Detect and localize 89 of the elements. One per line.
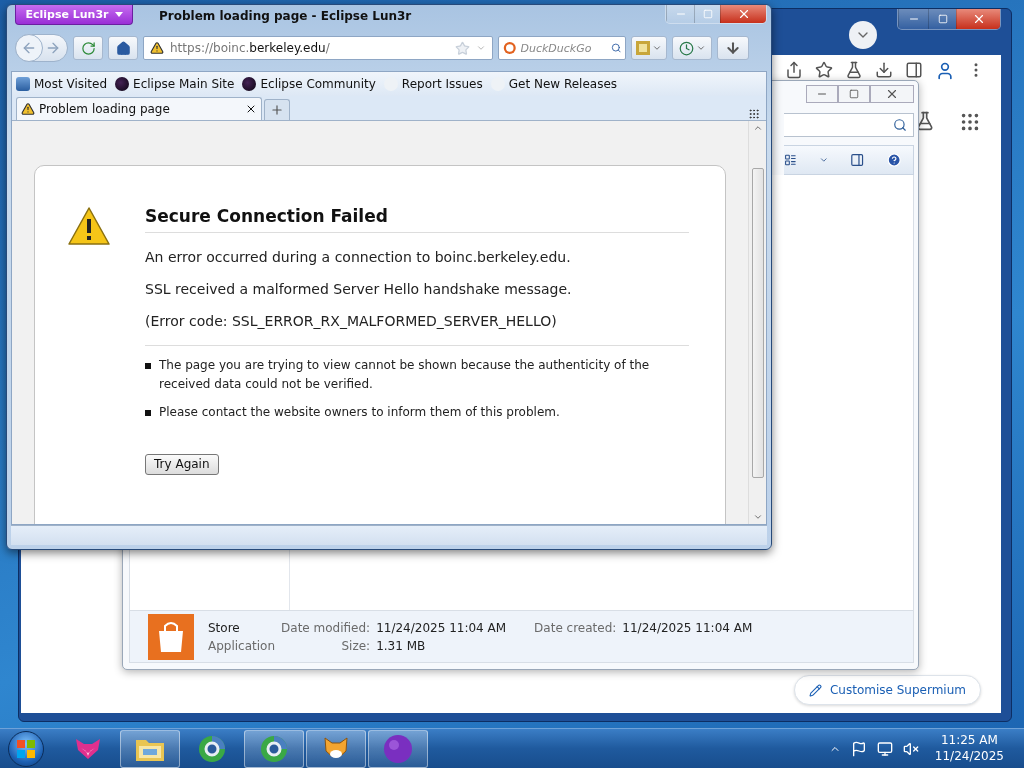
file-type: Application (208, 638, 276, 653)
download-icon (725, 40, 741, 56)
orb-icon (383, 733, 413, 764)
reload-button[interactable] (73, 36, 103, 60)
view-icon[interactable] (784, 152, 797, 168)
caret-icon (652, 43, 662, 53)
taskbar-button[interactable] (120, 729, 180, 768)
search-icon (610, 41, 621, 55)
search-field[interactable] (784, 113, 914, 137)
bullet-icon (145, 363, 151, 369)
reload-icon (80, 40, 96, 56)
bookmark[interactable]: Eclipse Main Site (115, 77, 235, 91)
volume-icon[interactable] (902, 740, 919, 757)
bookmark[interactable]: Report Issues (383, 77, 483, 91)
download-icon[interactable] (875, 61, 893, 79)
date: 11/24/2025 (934, 748, 1004, 765)
taskbar-button[interactable] (306, 729, 366, 768)
bullet-icon (145, 410, 151, 417)
maximize-button[interactable] (838, 85, 870, 103)
customise-button[interactable]: Customise Supermium (793, 675, 981, 705)
value: 1.31 MB (376, 638, 427, 653)
browser-icon (260, 734, 288, 763)
pencil-icon (808, 683, 822, 697)
help-icon[interactable] (886, 151, 901, 169)
bullet-text: The page you are trying to view cannot be shown because the authenticity of the received data could not be verified. (159, 357, 651, 393)
scroll-up-icon (752, 123, 763, 133)
apps-icon[interactable] (959, 111, 981, 133)
bookmark[interactable]: Eclipse Community (242, 77, 376, 91)
label: Date modified: (281, 620, 371, 635)
flask-icon[interactable] (845, 61, 863, 79)
warning-icon (21, 102, 35, 116)
side-panel-icon[interactable] (905, 61, 923, 79)
home-icon (115, 40, 131, 56)
error-message: (Error code: SSL_ERROR_RX_MALFORMED_SERVER_HELLO) (145, 313, 558, 329)
download-button[interactable] (717, 36, 749, 60)
search-engine-icon[interactable] (503, 39, 517, 57)
bookmark[interactable]: Most Visited (16, 77, 108, 91)
preview-pane-icon[interactable] (850, 151, 865, 169)
history-button[interactable] (672, 36, 712, 60)
maximize-icon (702, 9, 713, 19)
try-again-button[interactable]: Try Again (145, 453, 219, 475)
maximize-icon (849, 89, 859, 99)
value: 11/24/2025 11:04 AM (376, 620, 507, 635)
taskbar-button[interactable] (244, 729, 304, 768)
clock-icon (678, 40, 694, 56)
error-message: SSL received a malformed Server Hello handshake message. (145, 281, 573, 297)
windows-icon (16, 738, 36, 759)
app-menu-button[interactable]: Eclipse Lun3r (15, 5, 133, 25)
forward-icon (45, 40, 61, 56)
profile-icon[interactable] (935, 61, 955, 81)
tab-label: Problem loading page (39, 102, 171, 116)
time: 11:25 AM (940, 732, 998, 749)
taskbar-button[interactable] (368, 729, 428, 768)
scroll-down-icon (752, 512, 763, 522)
star-icon[interactable] (815, 61, 833, 79)
file-name: Store (208, 620, 241, 635)
fox-icon (75, 737, 101, 760)
caret-icon (695, 43, 706, 53)
tab-list-icon[interactable] (748, 108, 760, 120)
maximize-icon (937, 14, 948, 24)
tab[interactable]: Problem loading page (16, 97, 262, 120)
caret-icon (114, 12, 123, 17)
plus-icon (270, 103, 284, 117)
network-icon[interactable] (876, 740, 893, 757)
scrollbar[interactable] (748, 121, 766, 524)
error-title: Secure Connection Failed (145, 206, 689, 233)
search-field[interactable]: DuckDuckGo (498, 36, 626, 60)
error-message: An error occurred during a connection to boinc.berkeley.edu. (145, 249, 572, 265)
flag-icon[interactable] (850, 740, 867, 757)
window-title: Problem loading page - Eclipse Lun3r (159, 9, 413, 23)
bookmarks-icon (636, 41, 650, 55)
value: 11/24/2025 11:04 AM (622, 620, 753, 635)
start-button[interactable] (8, 730, 44, 767)
label: Size: (340, 638, 371, 653)
close-icon (885, 87, 899, 101)
label: Date created: (533, 620, 617, 635)
home-button[interactable] (108, 36, 138, 60)
search-input[interactable]: DuckDuckGo (520, 41, 607, 55)
browser-icon (198, 734, 226, 763)
search-icon (893, 118, 907, 132)
bullet-text: Please contact the website owners to inform them of this problem. (159, 404, 560, 422)
store-icon (148, 613, 194, 660)
warning-icon (67, 206, 111, 246)
bookmark[interactable]: Get New Releases (490, 77, 618, 91)
warning-icon (150, 41, 164, 55)
dropdown-button[interactable] (849, 21, 877, 49)
share-icon[interactable] (785, 61, 803, 79)
close-tab-icon[interactable] (245, 103, 257, 115)
clock[interactable]: 11:25 AM 11/24/2025 (934, 732, 1004, 765)
